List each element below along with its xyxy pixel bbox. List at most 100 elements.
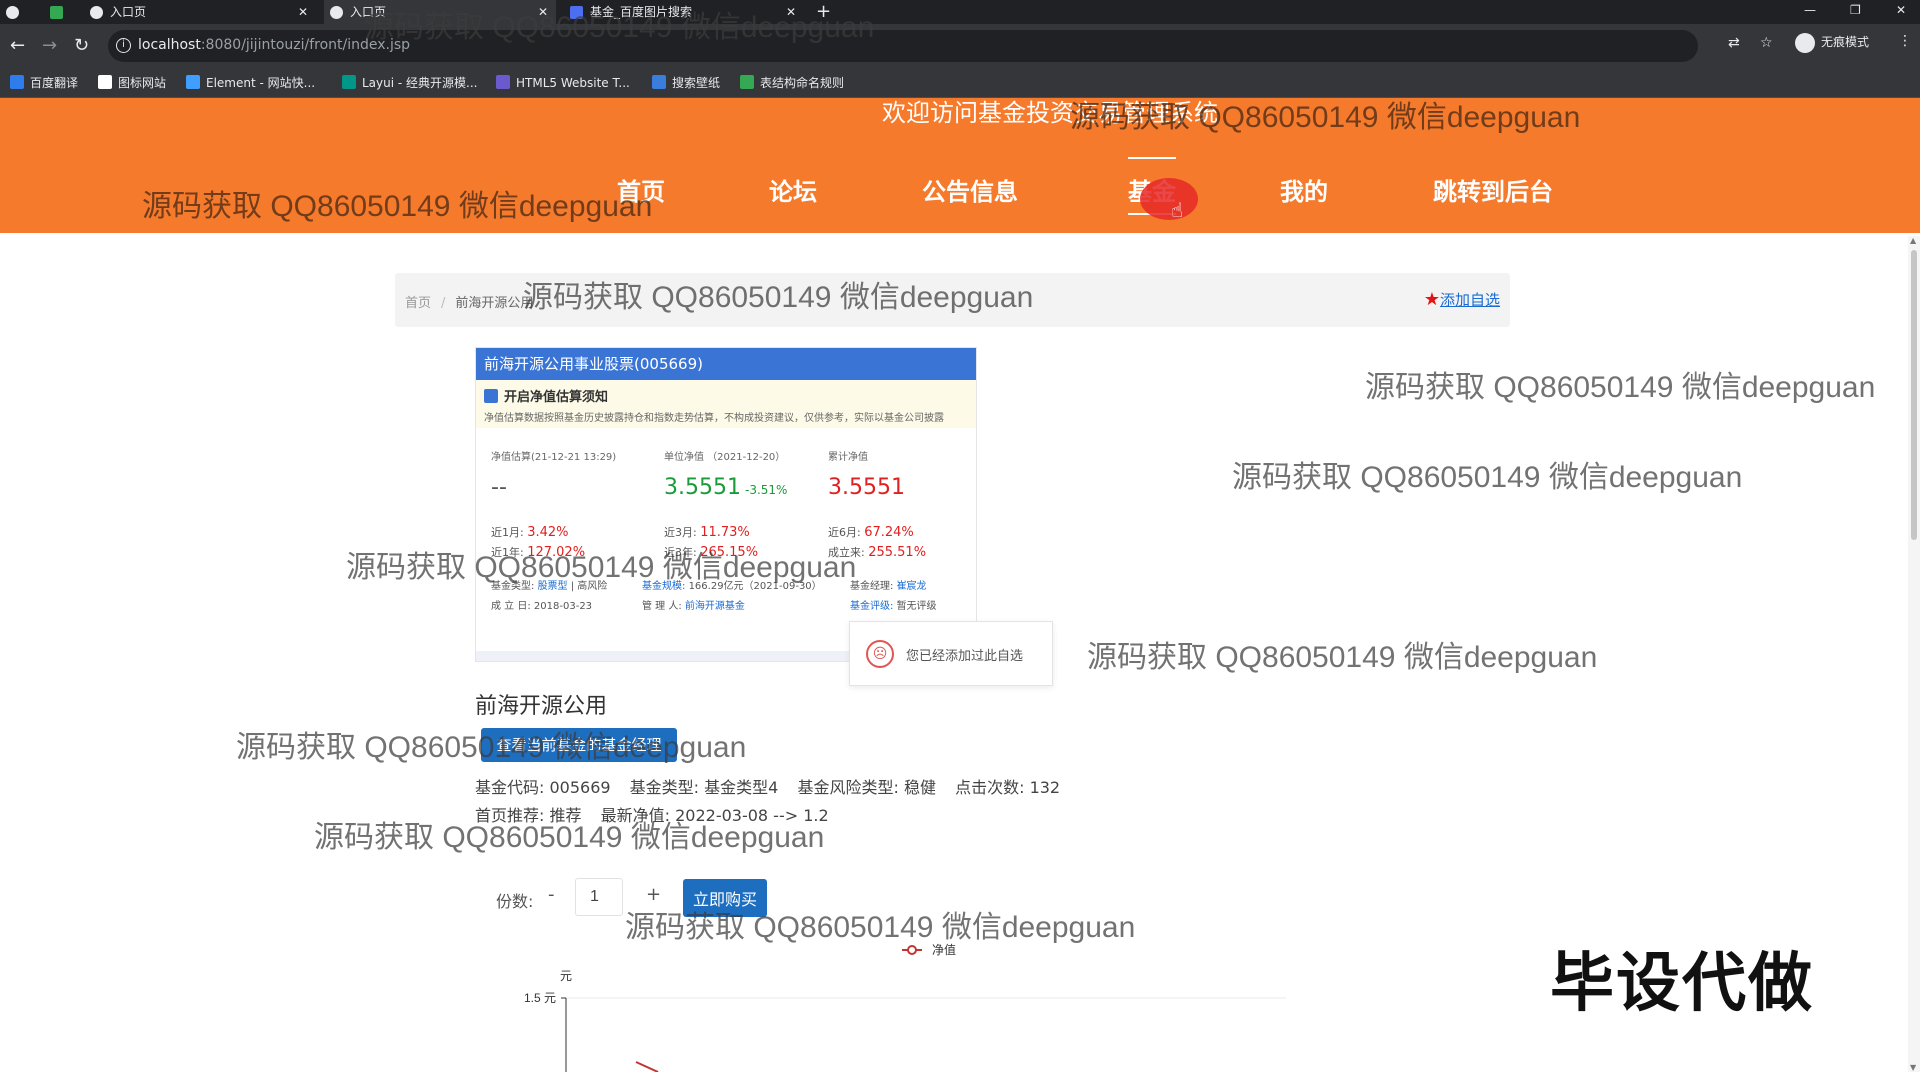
quantity-decrease-button[interactable]: - xyxy=(548,884,555,905)
series-line-net-value xyxy=(635,1061,659,1072)
estimate-notice: 开启净值估算须知 净值估算数据按照基金历史披露持仓和指数走势估算，不构成投资建议… xyxy=(476,380,976,428)
fund-card-title: 前海开源公用事业股票(005669) xyxy=(476,348,976,380)
restore-icon[interactable]: ❐ xyxy=(1850,0,1861,20)
new-tab-icon[interactable]: + xyxy=(816,0,831,24)
incognito-icon xyxy=(1795,32,1815,53)
breadcrumb-bar: 首页 / 前海开源公用 ★添加自选 xyxy=(395,273,1510,327)
bookmark-item[interactable]: 搜索壁纸 xyxy=(652,75,720,91)
scroll-up-icon[interactable]: ▲ xyxy=(1910,236,1916,245)
site-info-icon[interactable]: i xyxy=(116,38,131,53)
baidu-paw-icon xyxy=(570,6,583,19)
url-field[interactable]: i localhost:8080/jijintouzi/front/index.… xyxy=(108,30,1698,62)
nav-home[interactable]: 首页 xyxy=(617,172,665,207)
sheet-app-icon xyxy=(740,75,754,89)
bookmark-star-icon[interactable]: ☆ xyxy=(1760,35,1773,51)
perf-item: 近6月: 67.24% xyxy=(828,525,914,540)
close-window-icon[interactable]: ✕ xyxy=(1896,0,1906,20)
meta-found-date: 成 立 日: 2018-03-23 xyxy=(491,601,593,612)
quantity-input[interactable] xyxy=(575,878,623,916)
minimize-icon[interactable]: — xyxy=(1804,0,1816,20)
tab-title: 基金_百度图片搜索 xyxy=(590,5,693,19)
watermark: 源码获取 QQ86050149 微信deepguan xyxy=(1365,371,1876,404)
nav-admin[interactable]: 跳转到后台 xyxy=(1433,172,1553,207)
estimate-column: 净值估算(21-12-21 13:29) -- xyxy=(491,452,617,500)
click-highlight xyxy=(1140,178,1198,220)
back-icon[interactable]: ← xyxy=(10,34,25,58)
meta-fund-type: 基金类型: 股票型 | 高风险 xyxy=(491,581,608,592)
browser-menu-icon[interactable]: ⋮ xyxy=(1898,33,1912,49)
perf-item: 近3月: 11.73% xyxy=(664,525,750,540)
baidu-icon xyxy=(652,75,666,89)
perf-item: 近1月: 3.42% xyxy=(491,525,569,540)
bookmark-item[interactable]: Layui - 经典开源模... xyxy=(342,75,477,91)
globe-icon xyxy=(90,6,103,19)
meta-admin: 管 理 人: 前海开源基金 xyxy=(642,601,745,612)
latest-nav: 2022-03-08 --> 1.2 xyxy=(675,806,829,825)
fund-name: 前海开源公用 xyxy=(475,694,608,719)
nav-forum[interactable]: 论坛 xyxy=(769,172,817,207)
fund-type: 基金类型4 xyxy=(704,778,779,797)
nav-mine[interactable]: 我的 xyxy=(1280,172,1328,207)
acc-nav-column: 累计净值 3.5551 xyxy=(828,452,905,500)
flag-icon xyxy=(98,75,112,89)
browser-tab-strip: 入口页 ✕ 入口页 ✕ 基金_百度图片搜索 ✕ + — ❐ ✕ xyxy=(0,0,1920,24)
meta-rating: 基金评级: 暂无评级 xyxy=(850,601,937,612)
browser-circle-icon xyxy=(6,6,19,19)
translate-icon[interactable]: ⇄ xyxy=(1728,35,1740,51)
tab-title: 入口页 xyxy=(110,5,147,19)
bookmark-item[interactable]: Element - 网站快... xyxy=(186,75,315,91)
checkbox-icon xyxy=(484,389,498,403)
close-tab-icon[interactable]: ✕ xyxy=(538,0,548,24)
add-favorite-link[interactable]: ★添加自选 xyxy=(1424,289,1500,310)
reload-icon[interactable]: ↻ xyxy=(74,34,89,58)
bookmark-item[interactable]: 百度翻译 xyxy=(10,75,78,91)
fund-info-row: 首页推荐: 推荐 最新净值: 2022-03-08 --> 1.2 xyxy=(475,806,829,825)
quantity-label: 份数: xyxy=(496,892,534,911)
chart-legend[interactable]: 净值 xyxy=(902,942,956,957)
buy-now-button[interactable]: 立即购买 xyxy=(683,879,767,917)
html5-template-icon xyxy=(496,75,510,89)
welcome-banner: 欢迎访问基金投资交易管理系统 xyxy=(882,99,1218,127)
already-added-toast: ☹ 您已经添加过此自选 xyxy=(849,621,1053,686)
nav-announcements[interactable]: 公告信息 xyxy=(922,172,1018,207)
sheet-app-icon xyxy=(50,6,63,19)
browser-tab[interactable]: 入口页 ✕ xyxy=(84,0,316,24)
globe-icon xyxy=(330,6,343,19)
legend-label: 净值 xyxy=(932,942,956,957)
perf-item: 近1年: 127.02% xyxy=(491,545,586,560)
breadcrumb-home[interactable]: 首页 xyxy=(405,296,431,311)
watermark: 源码获取 QQ86050149 微信deepguan xyxy=(1232,461,1743,494)
close-tab-icon[interactable]: ✕ xyxy=(786,0,796,24)
watermark: 源码获取 QQ86050149 微信deepguan xyxy=(1087,641,1598,674)
bookmark-item[interactable]: HTML5 Website T... xyxy=(496,75,630,91)
browser-tab-active[interactable]: 入口页 ✕ xyxy=(324,0,556,24)
tab-title: 入口页 xyxy=(350,5,387,19)
browser-tab[interactable] xyxy=(0,0,40,24)
click-count: 132 xyxy=(1029,778,1061,797)
meta-fund-manager: 基金经理: 崔宸龙 xyxy=(850,581,927,592)
incognito-indicator[interactable]: 无痕模式 xyxy=(1795,30,1869,54)
page-scrollbar[interactable]: ▲ ▼ xyxy=(1908,236,1920,1072)
url-text: localhost:8080/jijintouzi/front/index.js… xyxy=(138,37,411,53)
star-icon: ★ xyxy=(1423,289,1440,310)
recommend-flag: 推荐 xyxy=(549,806,582,825)
browser-tab[interactable] xyxy=(44,0,78,24)
view-manager-button[interactable]: 查看当前基金的基金经理 xyxy=(481,728,677,762)
toast-message: 您已经添加过此自选 xyxy=(906,649,1024,664)
bookmark-item[interactable]: 表结构命名规则 xyxy=(740,75,844,91)
main-nav: 首页 论坛 公告信息 基金 我的 跳转到后台 xyxy=(0,157,1920,220)
scroll-thumb[interactable] xyxy=(1911,250,1917,540)
breadcrumb-current: 前海开源公用 xyxy=(455,296,534,311)
y-axis-label: 元 xyxy=(560,969,572,983)
browser-tab[interactable]: 基金_百度图片搜索 ✕ xyxy=(564,0,804,24)
address-bar-row: ← → ↻ i localhost:8080/jijintouzi/front/… xyxy=(0,24,1920,68)
unit-nav-column: 单位净值 （2021-12-20） 3.5551 -3.51% xyxy=(664,452,788,500)
bookmark-item[interactable]: 图标网站 xyxy=(98,75,166,91)
translate-icon xyxy=(10,75,24,89)
quantity-increase-button[interactable]: + xyxy=(646,884,661,905)
forward-icon[interactable]: → xyxy=(42,34,57,58)
fund-code: 005669 xyxy=(549,778,611,797)
scroll-down-icon[interactable]: ▼ xyxy=(1910,1063,1916,1072)
perf-item: 近3年: 265.15% xyxy=(664,545,759,560)
close-tab-icon[interactable]: ✕ xyxy=(298,0,308,24)
